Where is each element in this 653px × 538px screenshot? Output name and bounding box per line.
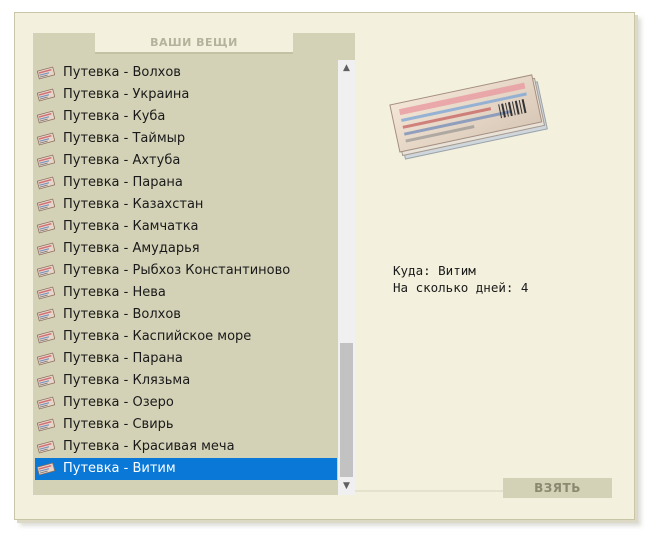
footer-divider [355,490,503,492]
scroll-thumb[interactable] [340,343,353,477]
list-item[interactable]: Путевка - Красивая меча [35,436,337,458]
take-button[interactable]: ВЗЯТЬ [503,478,612,498]
list-item-label: Путевка - Волхов [63,65,181,80]
list-item-label: Путевка - Казахстан [63,197,204,212]
panel-header: ВАШИ ВЕЩИ [95,33,293,54]
ticket-icon [36,308,56,322]
list-item-label: Путевка - Свирь [63,417,174,432]
scroll-down-icon[interactable]: ▼ [338,478,355,495]
inventory-panel: ВАШИ ВЕЩИ Путевка - Волхов Путевка - Укра… [33,33,355,495]
list-item[interactable]: Путевка - Волхов [35,62,337,84]
ticket-icon [36,242,56,256]
ticket-icon [36,264,56,278]
ticket-icon [36,220,56,234]
ticket-icon [36,132,56,146]
list-item[interactable]: Путевка - Куба [35,106,337,128]
ticket-icon [36,176,56,190]
ticket-icon [36,374,56,388]
item-list: Путевка - Волхов Путевка - Украина Путевка… [35,62,337,486]
ticket-icon [36,110,56,124]
list-item[interactable]: Путевка - Озеро [35,392,337,414]
list-item-label: Путевка - Рыбхоз Константиново [63,263,291,278]
ticket-icon [36,330,56,344]
destination-text: Куда: Витим [393,263,476,278]
ticket-icon [36,462,56,476]
list-item-label: Путевка - Волхов [63,307,181,322]
ticket-icon [36,418,56,432]
list-item-label: Путевка - Озеро [63,395,174,410]
list-item[interactable]: Путевка - Амударья [35,238,337,260]
list-item[interactable]: Путевка - Парана [35,172,337,194]
list-item-label: Путевка - Куба [63,109,166,124]
list-item-label: Путевка - Амударья [63,241,200,256]
days-text: На сколько дней: 4 [393,280,529,295]
list-item-label: Путевка - Клязьма [63,373,191,388]
scroll-up-icon[interactable]: ▲ [338,60,355,77]
list-item[interactable]: Путевка - Казахстан [35,194,337,216]
list-item[interactable]: Путевка - Витим [35,458,337,480]
list-item-label: Путевка - Камчатка [63,219,199,234]
ticket-icon [36,396,56,410]
ticket-icon [36,198,56,212]
list-item[interactable]: Путевка - Нева [35,282,337,304]
list-item-label: Путевка - Украина [63,87,190,102]
ticket-stack-image [388,66,558,166]
list-item[interactable]: Путевка - Украина [35,84,337,106]
list-item[interactable]: Путевка - Клязьма [35,370,337,392]
list-item-label: Путевка - Витим [63,461,176,476]
list-item-label: Путевка - Каспийское море [63,329,252,344]
item-details: Куда: Витим На сколько дней: 4 [393,262,528,296]
ticket-icon [36,440,56,454]
ticket-icon [36,154,56,168]
list-item-label: Путевка - Парана [63,175,183,190]
list-item-label: Путевка - Ахтуба [63,153,181,168]
list-item-label: Путевка - Нева [63,285,166,300]
list-item-label: Путевка - Красивая меча [63,439,235,454]
ticket-icon [36,88,56,102]
ticket-icon [36,286,56,300]
list-item[interactable]: Путевка - Парана [35,348,337,370]
list-item[interactable]: Путевка - Рыбхоз Константиново [35,260,337,282]
list-item[interactable]: Путевка - Ахтуба [35,150,337,172]
list-item[interactable]: Путевка - Таймыр [35,128,337,150]
list-item-label: Путевка - Таймыр [63,131,186,146]
list-item[interactable]: Путевка - Волхов [35,304,337,326]
ticket-icon [36,66,56,80]
list-item[interactable]: Путевка - Каспийское море [35,326,337,348]
list-item-label: Путевка - Парана [63,351,183,366]
list-item[interactable]: Путевка - Камчатка [35,216,337,238]
list-scrollbar[interactable]: ▲ ▼ [338,60,355,495]
list-item[interactable]: Путевка - Свирь [35,414,337,436]
ticket-icon [36,352,56,366]
